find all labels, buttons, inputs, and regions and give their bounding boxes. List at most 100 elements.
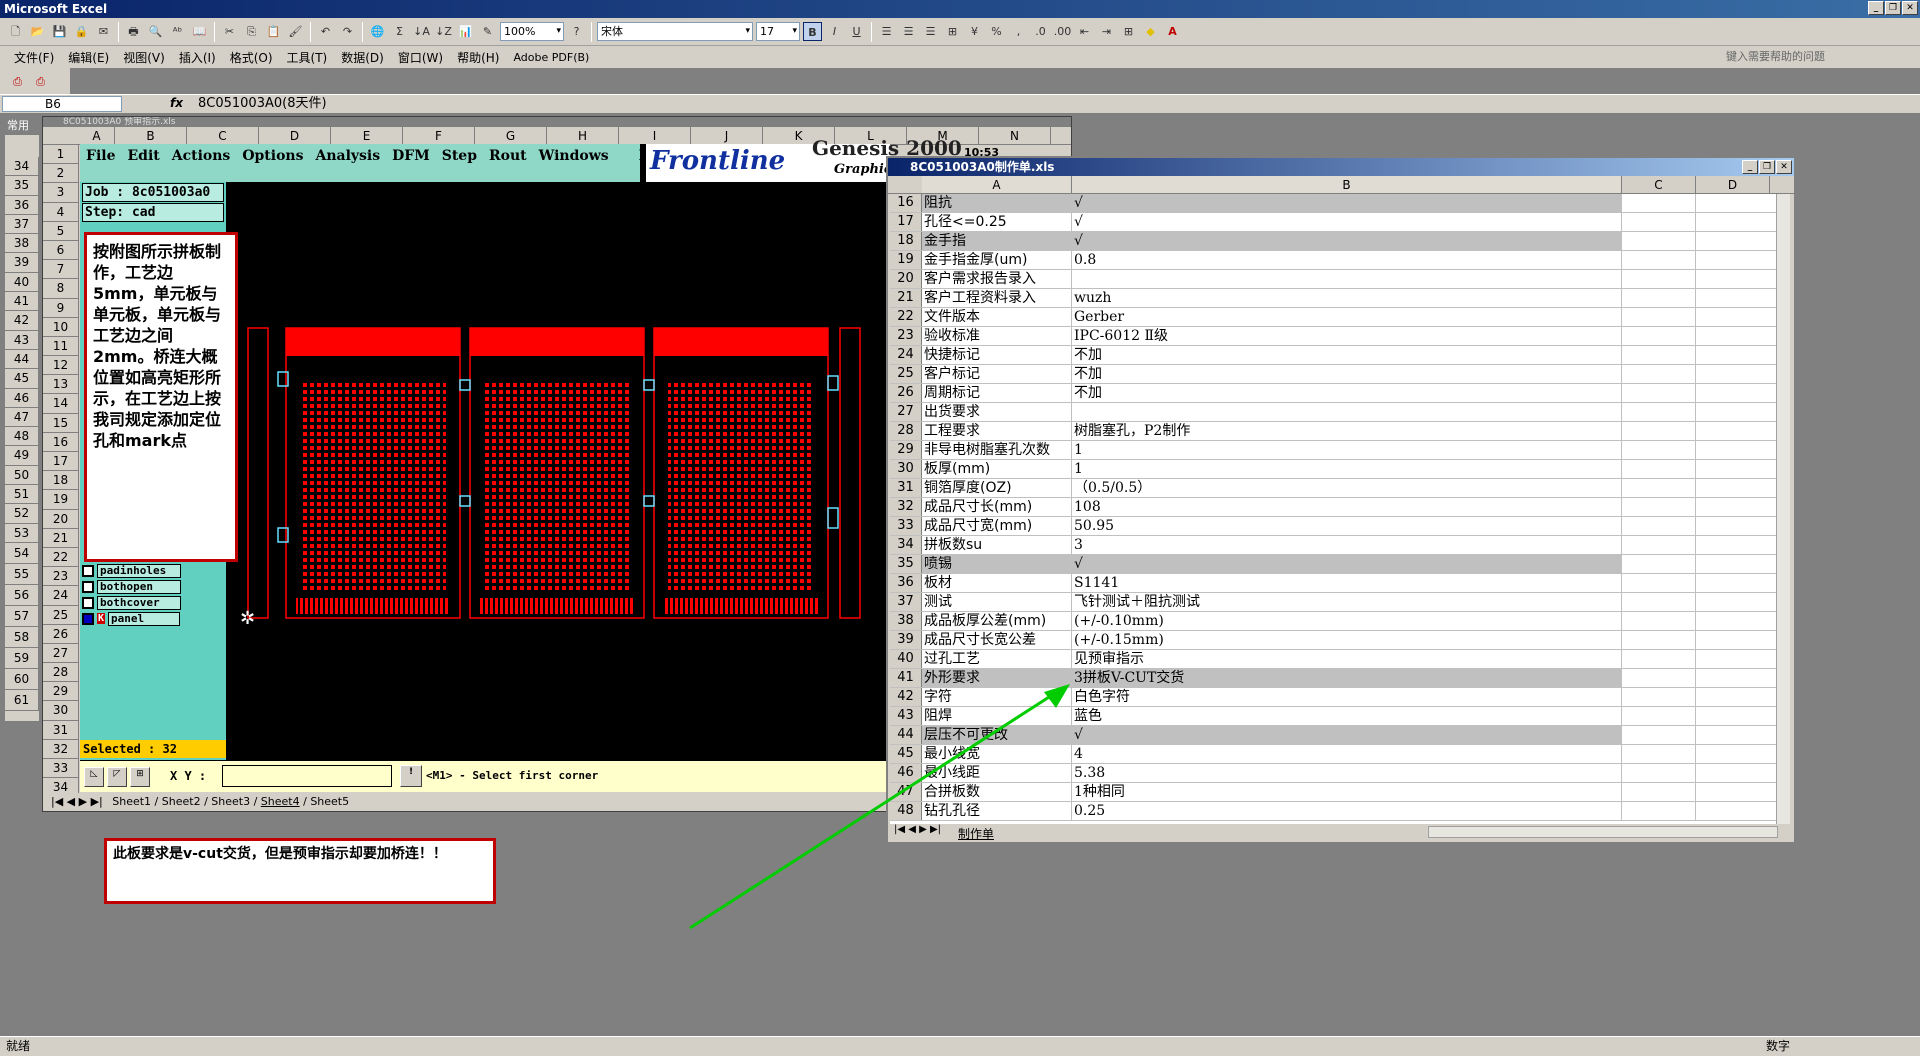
spec-value-cell[interactable]: (+/-0.10mm) [1072, 612, 1622, 630]
spec-name-cell[interactable]: 金手指金厚(um) [922, 251, 1072, 269]
row-header[interactable]: 21 [43, 528, 79, 548]
row-header[interactable]: 44 [5, 349, 39, 370]
col-header[interactable]: H [547, 127, 619, 144]
empty-cell[interactable] [1696, 384, 1770, 402]
spec-name-cell[interactable]: 成品尺寸长(mm) [922, 498, 1072, 516]
empty-cell[interactable] [1696, 346, 1770, 364]
empty-cell[interactable] [1696, 783, 1770, 801]
col-header[interactable]: G [475, 127, 547, 144]
empty-cell[interactable] [1696, 555, 1770, 573]
spec-name-cell[interactable]: 快捷标记 [922, 346, 1072, 364]
row-header[interactable]: 16 [890, 194, 922, 212]
row-header[interactable]: 51 [5, 485, 39, 505]
empty-cell[interactable] [1622, 403, 1696, 421]
empty-cell[interactable] [1696, 802, 1770, 820]
row-header[interactable]: 30 [43, 701, 79, 721]
col-header-a[interactable]: A [922, 176, 1072, 193]
empty-cell[interactable] [1622, 593, 1696, 611]
help-search-input[interactable]: 键入需要帮助的问题 [1726, 48, 1906, 66]
spec-value-cell[interactable]: 5.38 [1072, 764, 1622, 782]
row-header[interactable]: 22 [43, 547, 79, 568]
underline-icon[interactable]: U [847, 22, 866, 41]
spec-value-cell[interactable]: √ [1072, 213, 1622, 231]
fill-color-icon[interactable]: ◆ [1141, 22, 1160, 41]
col-header[interactable]: C [187, 127, 259, 144]
menu-file[interactable]: 文件(F) [14, 49, 54, 66]
row-header[interactable]: 18 [890, 232, 922, 250]
empty-cell[interactable] [1622, 555, 1696, 573]
col-header[interactable]: D [259, 127, 331, 144]
row-header[interactable]: 10 [43, 317, 79, 337]
hyperlink-icon[interactable]: 🌐 [368, 22, 387, 41]
spec-value-cell[interactable]: 3拼板V-CUT交货 [1072, 669, 1622, 687]
row-header[interactable]: 27 [890, 403, 922, 421]
empty-cell[interactable] [1696, 593, 1770, 611]
row-header[interactable]: 30 [890, 460, 922, 478]
spec-value-cell[interactable]: 0.25 [1072, 802, 1622, 820]
row-header[interactable]: 32 [890, 498, 922, 516]
empty-cell[interactable] [1622, 612, 1696, 630]
empty-cell[interactable] [1622, 745, 1696, 763]
percent-icon[interactable]: % [987, 22, 1006, 41]
spec-name-cell[interactable]: 过孔工艺 [922, 650, 1072, 668]
row-header[interactable]: 37 [5, 214, 39, 235]
row-header[interactable]: 1 [43, 145, 79, 165]
row-header[interactable]: 11 [43, 336, 79, 357]
empty-cell[interactable] [1622, 270, 1696, 288]
empty-cell[interactable] [1696, 441, 1770, 459]
row-header[interactable]: 56 [5, 584, 39, 606]
empty-cell[interactable] [1622, 764, 1696, 782]
menu-insert[interactable]: 插入(I) [179, 49, 216, 66]
row-header[interactable]: 42 [5, 311, 39, 331]
spec-value-cell[interactable]: 108 [1072, 498, 1622, 516]
pdf-icon[interactable]: ⎙ [8, 72, 27, 91]
new-icon[interactable]: 🗋 [6, 22, 25, 41]
empty-cell[interactable] [1696, 460, 1770, 478]
empty-cell[interactable] [1696, 707, 1770, 725]
format-painter-icon[interactable]: 🖌 [286, 22, 305, 41]
row-header[interactable]: 26 [890, 384, 922, 402]
empty-cell[interactable] [1622, 783, 1696, 801]
spec-value-cell[interactable]: √ [1072, 194, 1622, 212]
empty-cell[interactable] [1696, 479, 1770, 497]
row-header[interactable]: 40 [5, 272, 39, 293]
row-header[interactable]: 34 [5, 157, 39, 177]
spec-value-cell[interactable]: 蓝色 [1072, 707, 1622, 725]
col-header[interactable]: A [79, 127, 115, 144]
col-header-b[interactable]: B [1072, 176, 1622, 193]
empty-cell[interactable] [1696, 612, 1770, 630]
row-header[interactable]: 17 [43, 452, 79, 472]
tab-sheet2[interactable]: Sheet2 [162, 795, 201, 808]
row-header[interactable]: 6 [43, 240, 79, 261]
col-header-d[interactable]: D [1696, 176, 1770, 193]
row-header[interactable]: 47 [5, 407, 39, 428]
spec-value-cell[interactable]: √ [1072, 232, 1622, 250]
save-icon[interactable]: 💾 [50, 22, 69, 41]
spec-name-cell[interactable]: 周期标记 [922, 384, 1072, 402]
dec-indent-icon[interactable]: ⇤ [1075, 22, 1094, 41]
empty-cell[interactable] [1622, 232, 1696, 250]
row-header[interactable]: 36 [5, 195, 39, 215]
spec-name-cell[interactable]: 阻抗 [922, 194, 1072, 212]
col-header[interactable]: J [691, 127, 763, 144]
row-header[interactable]: 24 [890, 346, 922, 364]
close-button[interactable]: ✕ [1902, 1, 1918, 15]
spec-value-cell[interactable]: √ [1072, 726, 1622, 744]
row-header[interactable]: 28 [890, 422, 922, 440]
spec-value-cell[interactable]: 1 [1072, 460, 1622, 478]
tab-nav-icon[interactable]: |◀ ◀ ▶ ▶| [51, 795, 103, 808]
menu-adobe-pdf[interactable]: Adobe PDF(B) [513, 51, 589, 64]
font-color-icon[interactable]: A [1163, 22, 1182, 41]
row-header[interactable]: 9 [43, 298, 79, 318]
zoom-combo[interactable]: 100% [500, 22, 564, 41]
spec-value-cell[interactable]: 1 [1072, 441, 1622, 459]
empty-cell[interactable] [1696, 213, 1770, 231]
comma-icon[interactable]: , [1009, 22, 1028, 41]
row-header[interactable]: 21 [890, 289, 922, 307]
spec-name-cell[interactable]: 拼板数su [922, 536, 1072, 554]
row-header[interactable]: 54 [5, 542, 39, 564]
spec-value-cell[interactable]: 50.95 [1072, 517, 1622, 535]
col-header[interactable]: I [619, 127, 691, 144]
fx-icon[interactable]: fx [170, 96, 183, 110]
row-header[interactable]: 46 [5, 388, 39, 408]
